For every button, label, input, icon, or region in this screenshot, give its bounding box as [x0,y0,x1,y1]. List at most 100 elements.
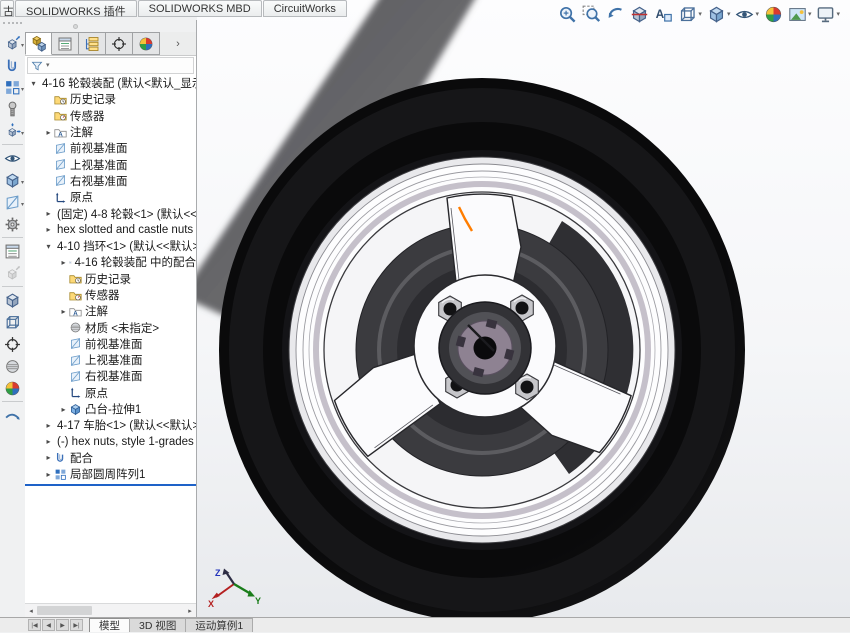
dropdown-caret-icon[interactable]: ▾ [808,11,812,18]
dynamic-annotation-views-button[interactable] [652,4,675,25]
tree-row[interactable]: 上视基准面 [25,352,196,368]
displaymanager-tab-tab[interactable] [133,32,160,55]
expander-expanded-icon[interactable]: ▾ [28,79,39,88]
smart-fasteners-button[interactable] [0,98,24,120]
panel-horizontal-scrollbar[interactable]: ◂ ▸ [25,603,196,617]
scroll-left-icon[interactable]: ◂ [25,607,37,615]
document-tab[interactable]: 运动算例1 [185,618,254,632]
expander-collapsed-icon[interactable]: ▸ [58,307,69,316]
tree-row[interactable]: 传感器 [25,287,196,303]
dropdown-caret-icon[interactable]: ▾ [21,202,24,208]
dropdown-caret-icon[interactable]: ▾ [21,131,24,137]
hole-alignment-button[interactable] [0,333,24,355]
tree-row[interactable]: 材质 <未指定> [25,319,196,335]
doc-nav-button-1[interactable]: ◀ [42,619,55,631]
zoom-to-fit-button[interactable] [556,4,579,25]
propertymanager-tab-tab[interactable] [52,32,79,55]
document-tab[interactable]: 模型 [89,618,130,632]
expander-collapsed-icon[interactable]: ▸ [43,437,54,446]
command-tab-1[interactable]: SOLIDWORKS MBD [137,0,262,17]
command-tab-partial[interactable]: 古 [0,0,14,17]
dropdown-caret-icon[interactable]: ▾ [727,11,731,18]
tree-row[interactable]: 前视基准面 [25,336,196,352]
tree-row[interactable]: ▾4-10 挡环<1> (默认<<默认>_显示 [25,238,196,254]
mass-properties-button[interactable] [0,355,24,377]
dropdown-caret-icon[interactable]: ▾ [21,43,24,49]
dropdown-caret-icon[interactable]: ▾ [698,11,702,18]
tree-filter[interactable]: ▾ [27,57,194,74]
dropdown-caret-icon[interactable]: ▾ [21,180,24,186]
expander-collapsed-icon[interactable]: ▸ [43,128,54,137]
tree-row[interactable]: 传感器 [25,108,196,124]
tree-row[interactable]: ▸4-17 车胎<1> (默认<<默认>_显示 [25,417,196,433]
assembly-features-button[interactable]: ▾ [0,169,24,191]
tree-row[interactable]: 右视基准面 [25,368,196,384]
insert-components-button[interactable]: ▾ [0,32,24,54]
tree-row[interactable]: ▸(-) hex nuts, style 1-grades ab g [25,434,196,450]
new-motion-study-button[interactable] [0,213,24,235]
clearance-verification-button[interactable] [0,311,24,333]
previous-view-button[interactable] [604,4,627,25]
toolbar-grip[interactable] [3,22,22,29]
rollback-bar[interactable] [25,484,196,487]
expander-collapsed-icon[interactable]: ▸ [43,421,54,430]
axle-castle-nut[interactable] [438,301,532,395]
view-settings-button[interactable]: ▾ [814,4,842,25]
view-orientation-button[interactable]: ▾ [676,4,704,25]
wheel-assembly-model[interactable]: X Y Z [197,0,850,617]
tree-row[interactable]: 历史记录 [25,91,196,107]
tree-row[interactable]: 历史记录 [25,271,196,287]
tree-row[interactable]: ▸ 局部圆周阵列1 [25,466,196,482]
graphics-viewport[interactable]: X Y Z ▾ ▾ ▾ ▾ ▾ [197,0,850,617]
doc-nav-button-2[interactable]: ▶ [56,619,69,631]
expander-expanded-icon[interactable]: ▾ [43,242,54,251]
mate-button[interactable] [0,54,24,76]
tree-row[interactable]: ▸ 配合 [25,450,196,466]
tree-row[interactable]: ▸ 注解 [25,124,196,140]
edit-appearance-button[interactable] [762,4,785,25]
scroll-right-icon[interactable]: ▸ [184,607,196,615]
linear-component-pattern-button[interactable]: ▾ [0,76,24,98]
display-style-button[interactable]: ▾ [705,4,733,25]
tree-row[interactable]: ▸hex slotted and castle nuts 1-gra [25,222,196,238]
show-hidden-components-button[interactable] [0,147,24,169]
expander-collapsed-icon[interactable]: ▸ [58,258,69,267]
tree-row[interactable]: ▾4-16 轮毂装配 (默认<默认_显示状态-1 [25,75,196,91]
dimxpertmanager-tab-tab[interactable] [106,32,133,55]
instant3d-button[interactable] [0,404,24,426]
dropdown-caret-icon[interactable]: ▾ [21,87,24,93]
expander-collapsed-icon[interactable]: ▸ [43,470,54,479]
reference-geometry-button[interactable]: ▾ [0,191,24,213]
tree-row[interactable]: ▸ 4-16 轮毂装配 中的配合 [25,254,196,270]
filter-caret-icon[interactable]: ▾ [46,62,50,69]
expander-collapsed-icon[interactable]: ▸ [43,209,54,218]
performance-evaluation-button[interactable] [0,377,24,399]
doc-nav-button-3[interactable]: ▶| [70,619,83,631]
interference-detection-button[interactable] [0,289,24,311]
featuremanager-tab-tab[interactable] [25,32,52,55]
tree-row[interactable]: ▸(固定) 4-8 轮毂<1> (默认<<默认> [25,205,196,221]
tree-row[interactable]: 右视基准面 [25,173,196,189]
tree-row[interactable]: 原点 [25,385,196,401]
tree-row[interactable]: ▸ 凸台-拉伸1 [25,401,196,417]
panel-grip[interactable] [25,20,196,32]
panel-tab-overflow[interactable]: › [160,32,196,55]
tree-row[interactable]: 前视基准面 [25,140,196,156]
tree-row[interactable]: ▸ 注解 [25,303,196,319]
section-view-button[interactable] [628,4,651,25]
document-tab[interactable]: 3D 视图 [129,618,187,632]
move-component-button[interactable]: ▾ [0,120,24,142]
expander-collapsed-icon[interactable]: ▸ [43,225,54,234]
hide-show-items-button[interactable]: ▾ [733,4,761,25]
command-tab-2[interactable]: CircuitWorks [262,0,347,17]
bill-of-materials-button[interactable] [0,240,24,262]
tree-row[interactable]: 上视基准面 [25,156,196,172]
expander-collapsed-icon[interactable]: ▸ [43,453,54,462]
doc-nav-button-0[interactable]: |◀ [28,619,41,631]
dropdown-caret-icon[interactable]: ▾ [836,11,840,18]
scrollbar-thumb[interactable] [37,606,92,615]
configurationmanager-tab-tab[interactable] [79,32,106,55]
apply-scene-button[interactable]: ▾ [786,4,814,25]
command-tab-0[interactable]: SOLIDWORKS 插件 [15,0,137,18]
expander-collapsed-icon[interactable]: ▸ [58,405,69,414]
